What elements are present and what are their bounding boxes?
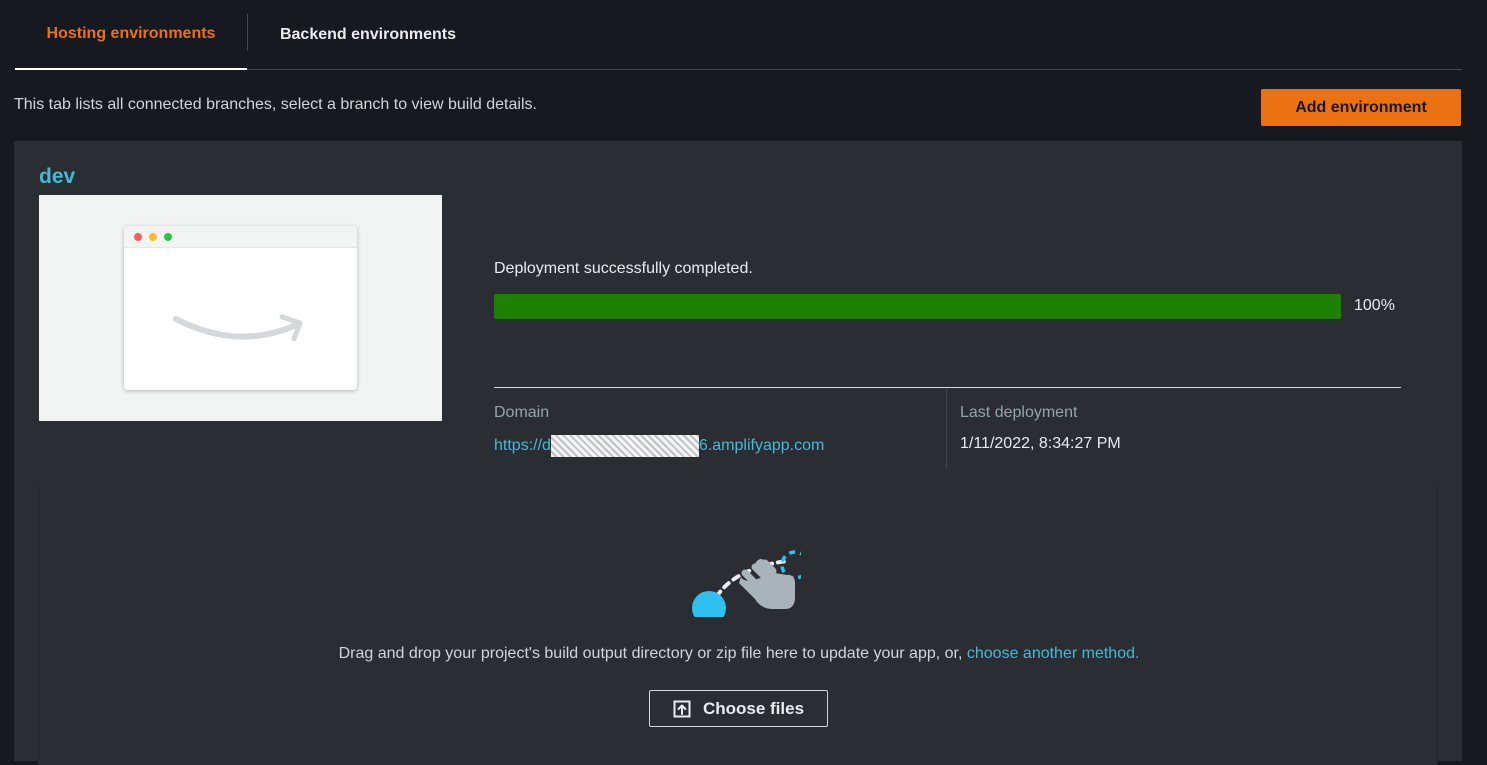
tab-backend-label: Backend environments [279,26,457,43]
last-deployment-value: 1/11/2022, 8:34:27 PM [960,435,1121,452]
upload-icon [673,700,691,717]
tab-backend-environments[interactable]: Backend environments [248,0,488,70]
branch-name-link[interactable]: dev [39,165,75,189]
environment-tabs: Hosting environments Backend environment… [15,0,1462,70]
thumbnail-browser-window [124,226,357,390]
domain-prefix: https://d [494,437,551,455]
window-close-dot [134,233,142,241]
details-divider [494,387,1401,388]
last-deployment-label: Last deployment [960,404,1078,421]
choose-another-method-link[interactable]: choose another method. [967,645,1140,662]
details-column-divider [946,389,947,469]
deployment-status: Deployment successfully completed. [494,260,753,277]
tab-description: This tab lists all connected branches, s… [14,96,537,113]
drag-drop-text: Drag and drop your project's build outpu… [338,645,967,662]
choose-files-button[interactable]: Choose files [649,690,828,727]
amazon-smile-icon [173,314,303,342]
branch-thumbnail[interactable] [39,195,442,421]
domain-suffix: 6.amplifyapp.com [698,437,825,455]
thumbnail-title-bar [124,226,357,248]
choose-files-label: Choose files [702,698,805,718]
redacted-domain-segment [550,435,699,457]
drag-drop-hand-icon [692,550,801,617]
deployment-progress-bar [494,294,1341,319]
window-minimize-dot [149,233,157,241]
branch-card: dev Deployment successfully completed. 1… [14,141,1462,765]
domain-link[interactable]: https://d 6.amplifyapp.com [494,435,824,457]
progress-percent: 100% [1354,297,1395,314]
tab-hosting-environments[interactable]: Hosting environments [15,0,247,70]
drag-drop-instructions: Drag and drop your project's build outpu… [39,645,1439,663]
add-environment-button[interactable]: Add environment [1261,89,1461,126]
tab-hosting-label: Hosting environments [46,25,216,42]
drag-drop-zone[interactable]: Drag and drop your project's build outpu… [38,485,1438,765]
domain-label: Domain [494,404,550,421]
progress-fill [494,294,1341,319]
window-maximize-dot [164,233,172,241]
